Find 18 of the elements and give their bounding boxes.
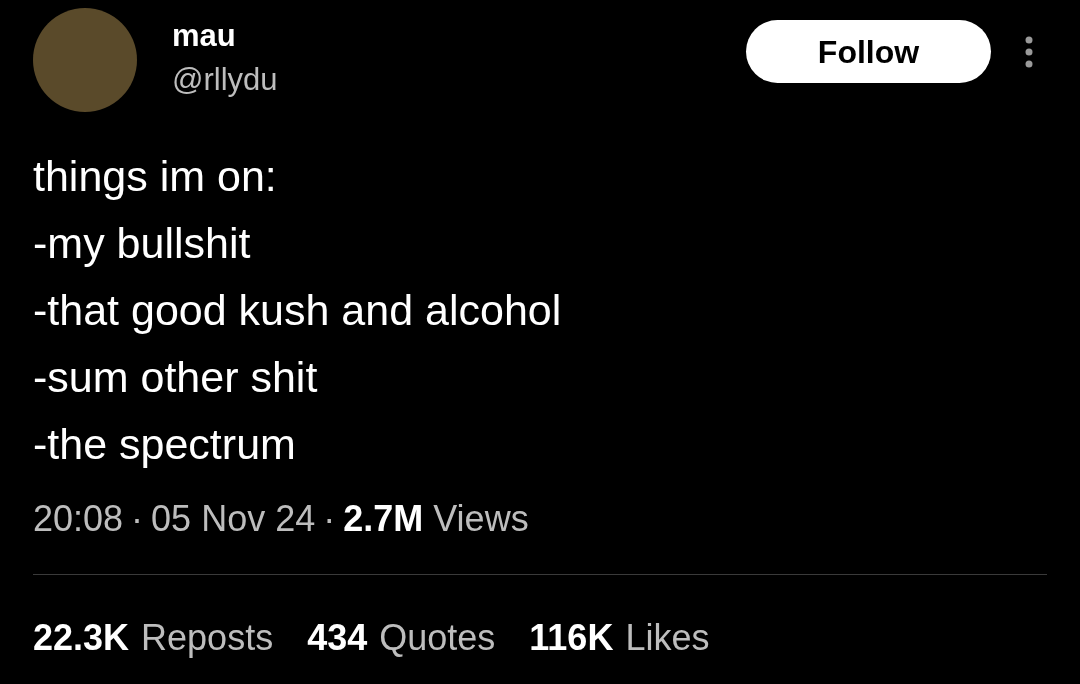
tweet-text-line: -my bullshit — [33, 218, 251, 269]
tweet-text-line: things im on: — [33, 151, 277, 202]
tweet-text-line: -the spectrum — [33, 419, 296, 470]
author-handle: @rllydu — [172, 61, 278, 99]
engagement-stat-link[interactable]: 116K Likes — [529, 611, 710, 665]
views-label: Views — [433, 497, 529, 541]
follow-button[interactable]: Follow — [746, 20, 991, 83]
views-count: 2.7M — [343, 497, 424, 541]
tweet-text-line: -that good kush and alcohol — [33, 285, 562, 336]
tweet-date: 05 Nov 24 — [151, 497, 316, 541]
more-options-icon[interactable] — [1025, 35, 1033, 68]
separator-dot: · — [323, 497, 336, 541]
author-name: mau — [172, 17, 237, 55]
tweet-text-line: -sum other shit — [33, 352, 318, 403]
separator-dot: · — [131, 497, 144, 541]
engagement-stat-link[interactable]: 434 Quotes — [307, 611, 496, 665]
engagement-stat-link[interactable]: 22.3K Reposts — [33, 611, 274, 665]
tweet-time: 20:08 — [33, 497, 124, 541]
